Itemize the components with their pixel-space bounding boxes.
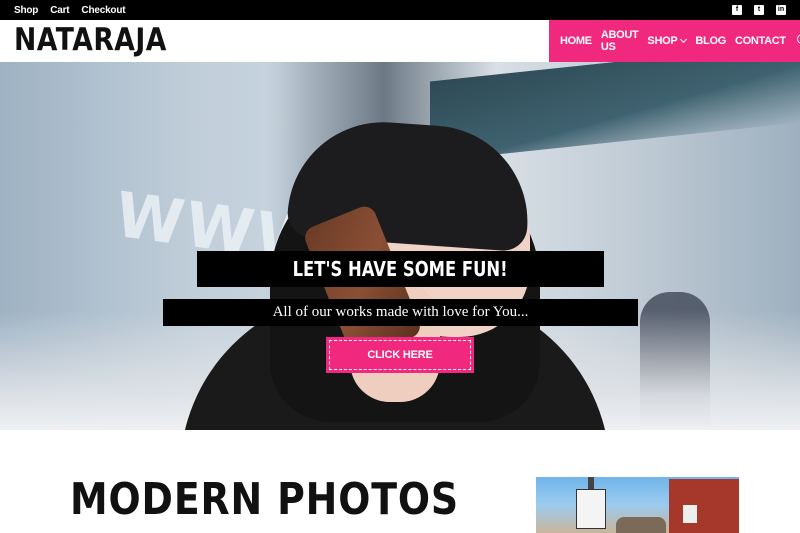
hero-title-text: LET'S HAVE SOME FUN! — [292, 257, 508, 281]
nav-item-contact[interactable]: CONTACT — [735, 35, 786, 47]
main-nav: HOME ABOUT US SHOP BLOG CONTACT — [549, 20, 800, 62]
section-thumbnail-image — [536, 477, 739, 533]
section-title: MODERN PHOTOS — [70, 474, 460, 525]
site-logo[interactable]: NATARAJA — [14, 22, 167, 58]
nav-item-home[interactable]: HOME — [560, 35, 592, 47]
social-icons: f t in — [732, 5, 786, 15]
top-bar: Shop Cart Checkout f t in — [0, 0, 800, 20]
nav-item-about-us[interactable]: ABOUT US — [601, 29, 639, 53]
nav-label: BLOG — [695, 35, 726, 47]
thumb-crowd — [616, 517, 666, 533]
hero-cta-label: CLICK HERE — [367, 349, 433, 361]
nav-item-blog[interactable]: BLOG — [695, 35, 726, 47]
nav-label: ABOUT US — [600, 29, 639, 53]
hero-subtitle: All of our works made with love for You.… — [163, 299, 638, 326]
top-links: Shop Cart Checkout — [14, 0, 126, 20]
thumb-window — [683, 505, 697, 523]
top-link-cart[interactable]: Cart — [50, 5, 69, 16]
thumb-street-sign — [576, 489, 606, 529]
chevron-down-icon — [680, 35, 688, 44]
nav-label: HOME — [560, 35, 592, 47]
top-link-checkout[interactable]: Checkout — [81, 5, 125, 16]
twitter-icon[interactable]: t — [754, 5, 764, 15]
facebook-icon[interactable]: f — [732, 5, 742, 15]
linkedin-icon[interactable]: in — [776, 5, 786, 15]
top-link-shop[interactable]: Shop — [14, 5, 38, 16]
nav-label: SHOP — [647, 35, 678, 47]
nav-item-shop[interactable]: SHOP — [647, 35, 688, 47]
thumb-building — [669, 479, 739, 533]
nav-label: CONTACT — [734, 35, 786, 47]
hero-cta-button[interactable]: CLICK HERE — [326, 337, 474, 373]
hero-banner: WWW — [0, 62, 800, 430]
hero-title: LET'S HAVE SOME FUN! — [197, 251, 604, 287]
